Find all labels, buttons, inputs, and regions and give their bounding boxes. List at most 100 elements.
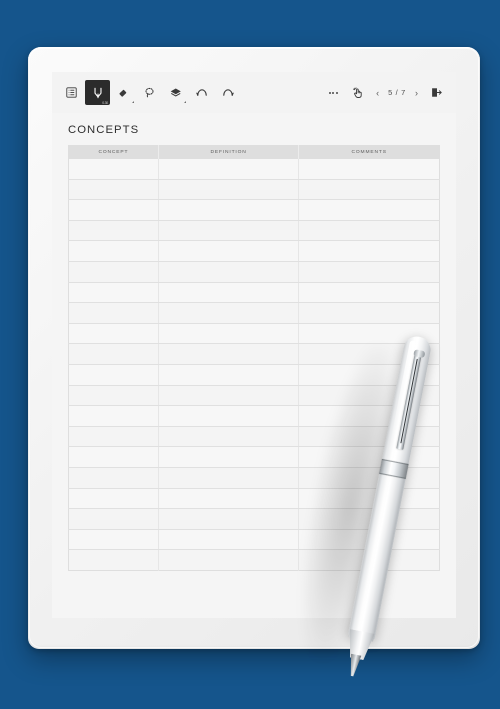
table-cell-comments[interactable] — [298, 488, 440, 510]
table-row[interactable] — [68, 405, 440, 427]
chevron-left-icon: ‹ — [376, 87, 380, 98]
table-row[interactable] — [68, 364, 440, 386]
table-cell-comments[interactable] — [298, 364, 440, 386]
table-row[interactable] — [68, 467, 440, 489]
table-cell-concept[interactable] — [68, 220, 159, 242]
table-row[interactable] — [68, 343, 440, 365]
table-cell-comments[interactable] — [298, 282, 440, 304]
menu-icon-button[interactable] — [59, 80, 84, 105]
table-cell-concept[interactable] — [68, 508, 159, 530]
table-cell-comments[interactable] — [298, 343, 440, 365]
lasso-select-button[interactable] — [137, 80, 162, 105]
table-cell-concept[interactable] — [68, 549, 159, 571]
table-cell-definition[interactable] — [158, 529, 300, 551]
table-cell-comments[interactable] — [298, 240, 440, 262]
table-cell-comments[interactable] — [298, 261, 440, 283]
table-cell-concept[interactable] — [68, 261, 159, 283]
table-row[interactable] — [68, 488, 440, 510]
table-cell-comments[interactable] — [298, 508, 440, 530]
table-cell-concept[interactable] — [68, 385, 159, 407]
table-cell-concept[interactable] — [68, 282, 159, 304]
table-cell-definition[interactable] — [158, 488, 300, 510]
table-cell-definition[interactable] — [158, 385, 300, 407]
table-row[interactable] — [68, 446, 440, 468]
table-cell-definition[interactable] — [158, 199, 300, 221]
table-row[interactable] — [68, 282, 440, 304]
layers-icon — [170, 88, 181, 97]
table-cell-definition[interactable] — [158, 467, 300, 489]
document-page: CONCEPTS CONCEPT DEFINITION COMMENTS — [52, 113, 456, 618]
table-cell-definition[interactable] — [158, 343, 300, 365]
table-cell-comments[interactable] — [298, 179, 440, 201]
table-cell-comments[interactable] — [298, 529, 440, 551]
table-cell-concept[interactable] — [68, 529, 159, 551]
table-cell-definition[interactable] — [158, 261, 300, 283]
layers-tool-button[interactable] — [163, 80, 188, 105]
table-row[interactable] — [68, 529, 440, 551]
table-row[interactable] — [68, 240, 440, 262]
table-cell-comments[interactable] — [298, 467, 440, 489]
table-cell-definition[interactable] — [158, 240, 300, 262]
pen-tool-button[interactable]: 0.30 — [85, 80, 110, 105]
table-cell-definition[interactable] — [158, 405, 300, 427]
table-cell-concept[interactable] — [68, 426, 159, 448]
table-row[interactable] — [68, 426, 440, 448]
table-row[interactable] — [68, 261, 440, 283]
table-cell-definition[interactable] — [158, 549, 300, 571]
page-indicator: 5 / 7 — [388, 88, 406, 97]
table-row[interactable] — [68, 199, 440, 221]
table-cell-concept[interactable] — [68, 179, 159, 201]
undo-button[interactable] — [189, 80, 214, 105]
table-cell-concept[interactable] — [68, 446, 159, 468]
table-cell-comments[interactable] — [298, 158, 440, 180]
exit-button[interactable] — [424, 80, 449, 105]
toolbar: 0.30 ‹ 5 / 7 › — [52, 72, 456, 113]
table-row[interactable] — [68, 549, 440, 571]
table-cell-concept[interactable] — [68, 488, 159, 510]
table-row[interactable] — [68, 179, 440, 201]
redo-button[interactable] — [215, 80, 240, 105]
table-cell-definition[interactable] — [158, 179, 300, 201]
table-cell-concept[interactable] — [68, 343, 159, 365]
table-cell-concept[interactable] — [68, 158, 159, 180]
table-row[interactable] — [68, 323, 440, 345]
table-cell-comments[interactable] — [298, 405, 440, 427]
table-cell-concept[interactable] — [68, 302, 159, 324]
table-cell-concept[interactable] — [68, 467, 159, 489]
table-cell-concept[interactable] — [68, 405, 159, 427]
table-row[interactable] — [68, 158, 440, 180]
table-cell-comments[interactable] — [298, 446, 440, 468]
table-cell-definition[interactable] — [158, 364, 300, 386]
table-cell-concept[interactable] — [68, 364, 159, 386]
next-page-button[interactable]: › — [410, 82, 423, 104]
tablet-device: 0.30 ‹ 5 / 7 › CONCEPTS CONCEPT DEFINITI… — [28, 47, 480, 649]
prev-page-button[interactable]: ‹ — [371, 82, 384, 104]
table-cell-comments[interactable] — [298, 549, 440, 571]
column-header-definition: DEFINITION — [158, 145, 300, 159]
table-row[interactable] — [68, 385, 440, 407]
table-cell-comments[interactable] — [298, 385, 440, 407]
table-cell-definition[interactable] — [158, 158, 300, 180]
hand-touch-button[interactable] — [345, 80, 370, 105]
table-cell-definition[interactable] — [158, 282, 300, 304]
table-cell-definition[interactable] — [158, 446, 300, 468]
table-cell-definition[interactable] — [158, 220, 300, 242]
more-options-icon[interactable] — [322, 82, 344, 104]
table-row[interactable] — [68, 508, 440, 530]
table-cell-concept[interactable] — [68, 199, 159, 221]
lasso-select-icon — [145, 87, 154, 98]
table-row[interactable] — [68, 302, 440, 324]
table-row[interactable] — [68, 220, 440, 242]
table-cell-definition[interactable] — [158, 302, 300, 324]
table-cell-definition[interactable] — [158, 323, 300, 345]
table-cell-concept[interactable] — [68, 240, 159, 262]
table-cell-comments[interactable] — [298, 199, 440, 221]
table-cell-comments[interactable] — [298, 426, 440, 448]
table-cell-definition[interactable] — [158, 426, 300, 448]
table-cell-comments[interactable] — [298, 302, 440, 324]
table-cell-comments[interactable] — [298, 323, 440, 345]
table-cell-comments[interactable] — [298, 220, 440, 242]
table-cell-concept[interactable] — [68, 323, 159, 345]
table-cell-definition[interactable] — [158, 508, 300, 530]
eraser-tool-button[interactable] — [111, 80, 136, 105]
